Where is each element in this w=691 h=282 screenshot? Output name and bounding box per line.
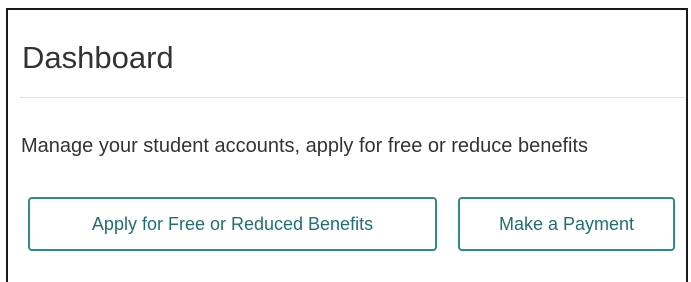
make-payment-button[interactable]: Make a Payment (458, 197, 675, 251)
page-title: Dashboard (22, 40, 174, 75)
page-description: Manage your student accounts, apply for … (21, 135, 589, 157)
apply-benefits-button[interactable]: Apply for Free or Reduced Benefits (28, 197, 437, 251)
title-divider (20, 97, 686, 98)
dashboard-panel: Dashboard Manage your student accounts, … (6, 8, 688, 282)
